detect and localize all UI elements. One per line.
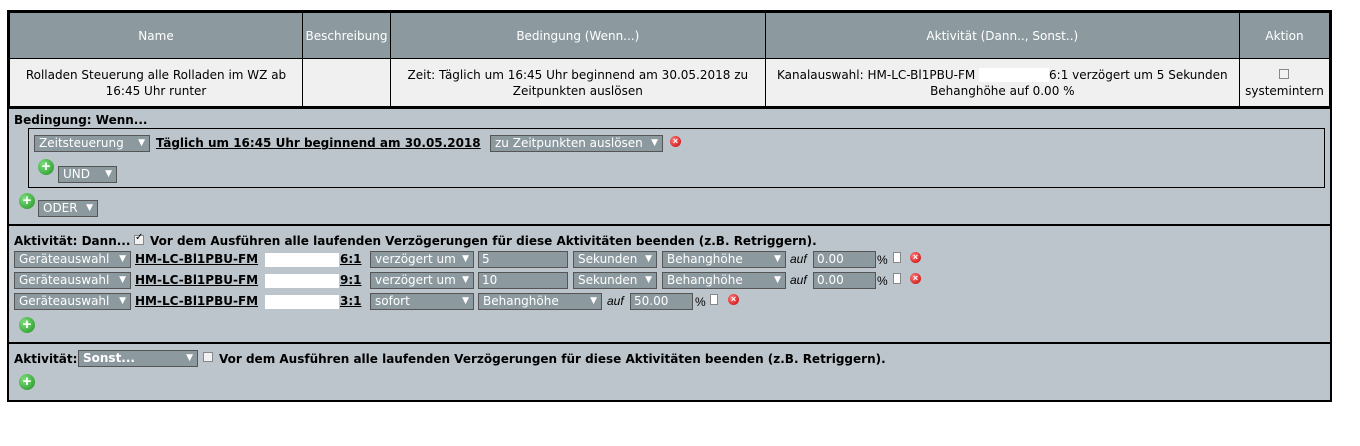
activity-summary-pre: Kanalauswahl: HM-LC-Bl1PBU-FM: [777, 67, 976, 82]
parameter-select[interactable]: Behanghöhe ▼: [662, 251, 786, 268]
program-condition-summary: Zeit: Täglich um 16:45 Uhr beginnend am …: [389, 58, 766, 107]
timing-select[interactable]: verzögert um ▼: [370, 251, 474, 268]
device-link[interactable]: HM-LC-Bl1PBU-FM: [135, 294, 258, 308]
header-aktivitaet: Aktivität (Dann.., Sonst..): [764, 12, 1240, 59]
retrigger-checkbox[interactable]: ✓: [134, 232, 144, 245]
delete-icon[interactable]: ×: [728, 294, 739, 305]
systemintern-label: systemintern: [1245, 83, 1324, 98]
chevron-down-icon: ▼: [774, 275, 781, 285]
delete-icon[interactable]: ×: [910, 252, 921, 263]
redacted-block: [265, 253, 339, 267]
program-action: systemintern: [1238, 58, 1331, 107]
value-input[interactable]: 0.00: [813, 251, 876, 268]
program-table: Name Beschreibung Bedingung (Wenn...) Ak…: [9, 12, 1331, 107]
header-beschreibung: Beschreibung: [302, 12, 391, 59]
time-schedule-link[interactable]: Täglich um 16:45 Uhr beginnend am 30.05.…: [156, 136, 481, 150]
activity-then-section: Aktivität: Dann... ✓ Vor dem Ausführen a…: [9, 224, 1330, 342]
percent-label: %: [877, 274, 888, 288]
else-retrigger-checkbox[interactable]: [203, 352, 213, 362]
value-input[interactable]: 0.00: [813, 272, 876, 289]
activity-else-section: Aktivität: Sonst... ▼ Vor dem Ausführen a…: [9, 342, 1330, 402]
redacted-block: [265, 274, 339, 288]
condition-type-select[interactable]: Zeitsteuerung ▼: [34, 135, 150, 152]
chevron-down-icon: ▼: [462, 296, 469, 306]
channel-link[interactable]: 6:1: [340, 252, 362, 266]
delete-icon[interactable]: ×: [910, 273, 921, 284]
timing-select[interactable]: sofort ▼: [370, 293, 474, 310]
condition-section: Bedingung: Wenn... Zeitsteuerung ▼ Täglic…: [9, 107, 1330, 224]
trigger-select[interactable]: zu Zeitpunkten auslösen ▼: [490, 135, 663, 152]
delete-icon[interactable]: ×: [670, 136, 681, 147]
header-aktion: Aktion: [1238, 12, 1331, 59]
add-icon[interactable]: +: [38, 159, 54, 175]
calendar-icon[interactable]: [710, 294, 718, 305]
add-icon[interactable]: +: [19, 374, 35, 390]
device-link[interactable]: HM-LC-Bl1PBU-FM: [135, 273, 258, 287]
percent-label: %: [877, 253, 888, 267]
chevron-down-icon: ▼: [119, 275, 126, 285]
add-icon[interactable]: +: [19, 193, 35, 209]
condition-title: Bedingung: Wenn...: [14, 113, 148, 127]
program-editor: Name Beschreibung Bedingung (Wenn...) Ak…: [7, 10, 1332, 402]
unit-select[interactable]: Sekunden ▼: [573, 272, 657, 289]
chevron-down-icon: ▼: [86, 203, 93, 213]
calendar-icon[interactable]: [893, 252, 901, 263]
chevron-down-icon: ▼: [119, 296, 126, 306]
chevron-down-icon: ▼: [105, 169, 112, 179]
systemintern-checkbox[interactable]: [1279, 68, 1290, 79]
device-select[interactable]: Geräteauswahl ▼: [14, 293, 131, 310]
percent-label: %: [695, 295, 706, 309]
calendar-icon[interactable]: [893, 273, 901, 284]
program-activity-summary: Kanalauswahl: HM-LC-Bl1PBU-FM 6:1 verzög…: [764, 58, 1240, 107]
channel-link[interactable]: 9:1: [340, 273, 362, 287]
add-icon[interactable]: +: [19, 317, 35, 333]
auf-label: auf: [790, 252, 807, 266]
unit-select[interactable]: Sekunden ▼: [573, 251, 657, 268]
device-link[interactable]: HM-LC-Bl1PBU-FM: [135, 252, 258, 266]
activity-then-title: Aktivität: Dann...: [14, 234, 131, 248]
program-description: [302, 58, 391, 107]
value-input[interactable]: 50.00: [630, 293, 693, 310]
or-select[interactable]: ODER ▼: [38, 200, 98, 217]
activity-else-title: Aktivität:: [14, 352, 78, 366]
device-select[interactable]: Geräteauswahl ▼: [14, 251, 131, 268]
else-retrigger-label: Vor dem Ausführen alle laufenden Verzöge…: [219, 352, 886, 366]
activity-summary-post: 6:1 verzögert um 5 Sekunden Behanghöhe a…: [930, 67, 1228, 98]
chevron-down-icon: ▼: [462, 275, 469, 285]
delay-input[interactable]: 5: [478, 251, 568, 268]
chevron-down-icon: ▼: [462, 254, 469, 264]
chevron-down-icon: ▼: [645, 275, 652, 285]
auf-label: auf: [607, 294, 624, 308]
chevron-down-icon: ▼: [645, 254, 652, 264]
parameter-select[interactable]: Behanghöhe ▼: [662, 272, 786, 289]
parameter-select[interactable]: Behanghöhe ▼: [478, 293, 602, 310]
device-select[interactable]: Geräteauswahl ▼: [14, 272, 131, 289]
timing-select[interactable]: verzögert um ▼: [370, 272, 474, 289]
redacted-block: [265, 295, 339, 309]
chevron-down-icon: ▼: [774, 254, 781, 264]
and-select[interactable]: UND ▼: [58, 166, 117, 183]
chevron-down-icon: ▼: [651, 138, 658, 148]
channel-link[interactable]: 3:1: [340, 294, 362, 308]
delay-input[interactable]: 10: [478, 272, 568, 289]
redacted-block: [979, 68, 1050, 82]
chevron-down-icon: ▼: [186, 353, 193, 363]
header-bedingung: Bedingung (Wenn...): [389, 12, 766, 59]
auf-label: auf: [790, 273, 807, 287]
chevron-down-icon: ▼: [590, 296, 597, 306]
condition-box: Zeitsteuerung ▼ Täglich um 16:45 Uhr begi…: [28, 128, 1325, 188]
chevron-down-icon: ▼: [119, 254, 126, 264]
chevron-down-icon: ▼: [138, 138, 145, 148]
else-select[interactable]: Sonst... ▼: [78, 350, 198, 367]
header-name: Name: [9, 12, 303, 59]
retrigger-label: Vor dem Ausführen alle laufenden Verzöge…: [150, 234, 817, 248]
program-name: Rolladen Steuerung alle Rolladen im WZ a…: [9, 58, 303, 107]
